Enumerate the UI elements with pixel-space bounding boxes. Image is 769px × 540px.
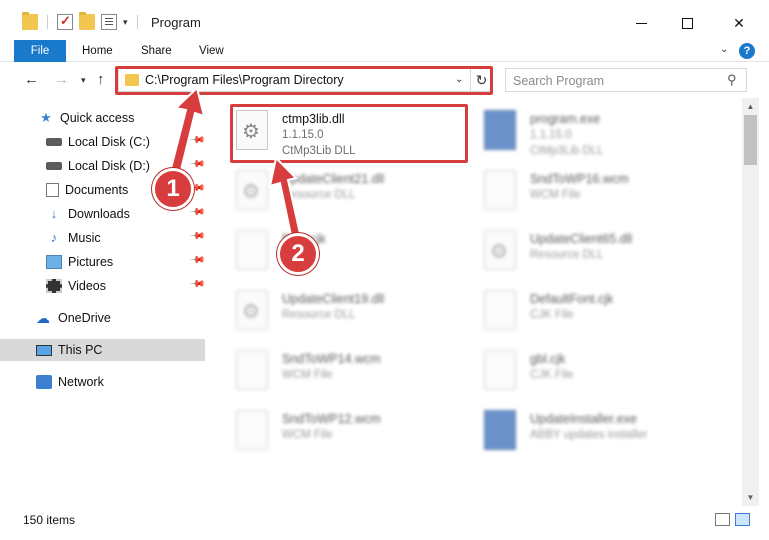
- annotation-arrows: [166, 86, 303, 242]
- step-2-badge: 2: [277, 233, 319, 275]
- arrow-2: [268, 155, 303, 242]
- step-1-badge: 1: [152, 168, 194, 210]
